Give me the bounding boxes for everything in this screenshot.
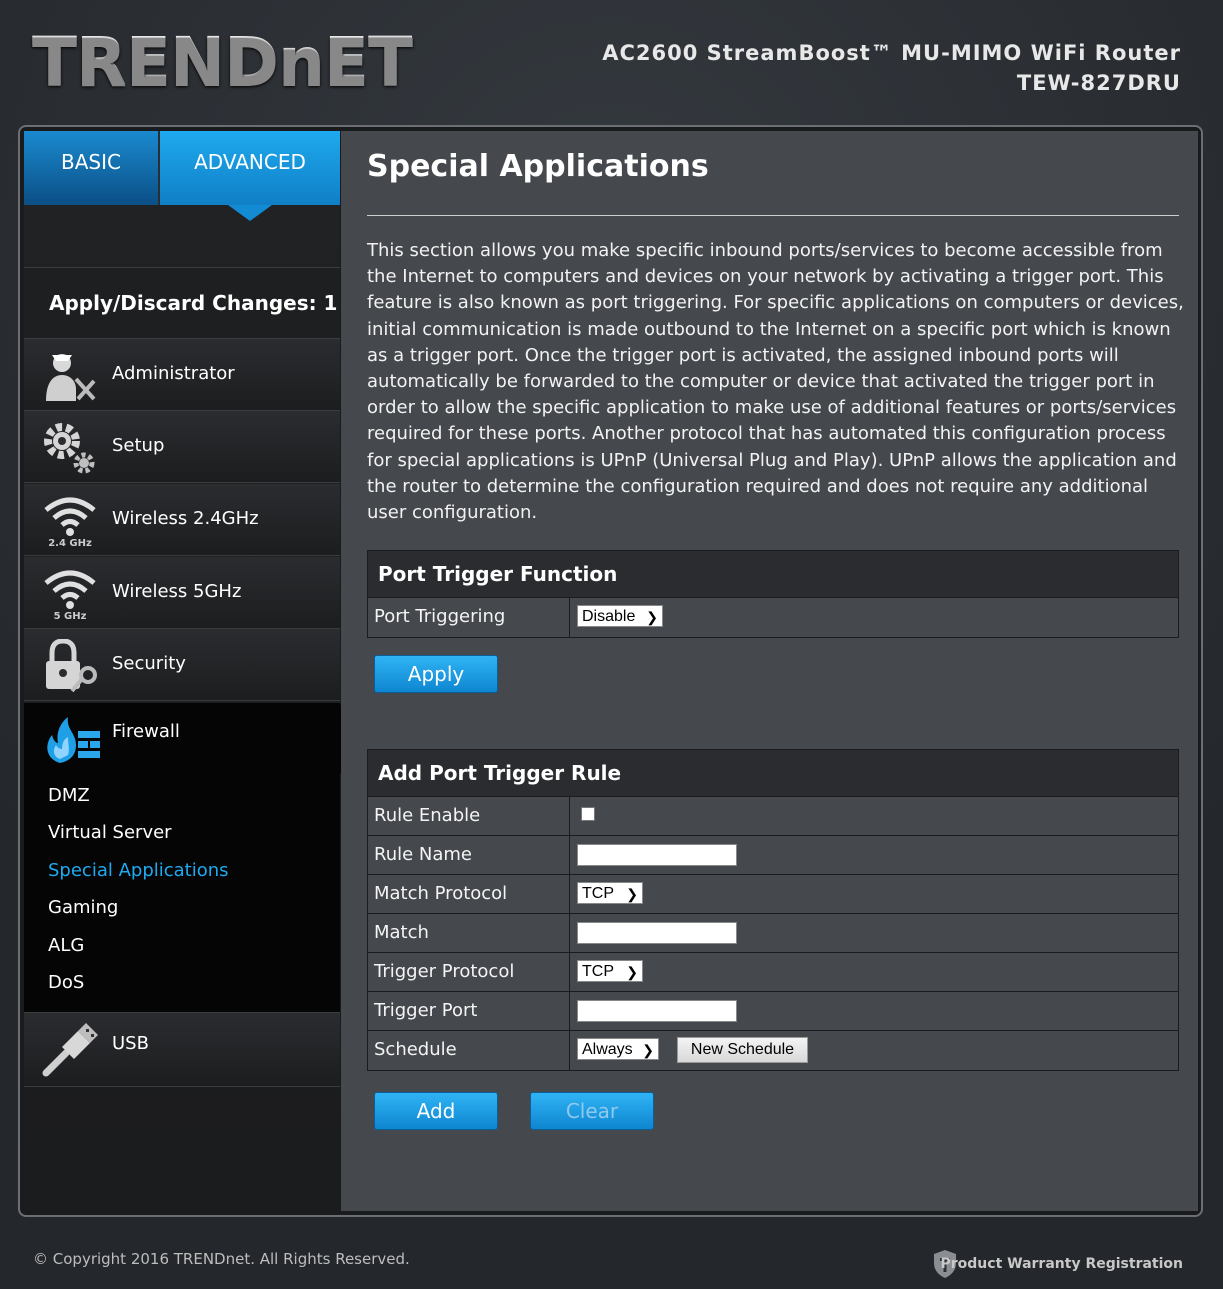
gear-icon — [44, 423, 95, 474]
match-label: Match — [368, 914, 570, 952]
sidebar-sub-dos[interactable]: DoS — [48, 972, 84, 993]
chevron-down-icon: ❯ — [646, 609, 658, 625]
sidebar-item-firewall[interactable]: Firewall — [112, 721, 180, 742]
schedule-value: Always — [582, 1041, 633, 1058]
content-area: Special Applications This section allows… — [341, 131, 1198, 1211]
port-triggering-label: Port Triggering — [368, 598, 570, 637]
panel-title: Port Trigger Function — [368, 551, 1178, 598]
match-protocol-value: TCP — [582, 885, 614, 902]
port-triggering-select[interactable]: Disable ❯ — [577, 605, 663, 627]
sidebar-item-label: Setup — [112, 435, 165, 456]
port-trigger-function-panel: Port Trigger Function Port Triggering Di… — [367, 550, 1179, 638]
sidebar-item-label: Security — [112, 653, 186, 674]
active-tab-pointer — [228, 205, 272, 221]
trigger-protocol-value: TCP — [582, 963, 614, 980]
sidebar-sub-alg[interactable]: ALG — [48, 935, 84, 956]
wifi-band-badge: 5 GHz — [54, 611, 87, 621]
sidebar-sub-special-applications[interactable]: Special Applications — [48, 860, 229, 881]
sidebar-item-usb[interactable]: USB — [24, 1013, 340, 1087]
row-rule-enable: Rule Enable — [368, 797, 1178, 836]
wifi-icon: 2.4 GHz — [44, 497, 96, 548]
trigger-port-label: Trigger Port — [368, 992, 570, 1030]
add-port-trigger-rule-panel: Add Port Trigger Rule Rule Enable Rule N… — [367, 749, 1179, 1071]
model-number: TEW-827DRU — [1016, 71, 1181, 95]
router-model: AC2600 StreamBoost™ MU-MIMO WiFi Router … — [602, 38, 1181, 98]
match-protocol-select[interactable]: TCP ❯ — [577, 882, 643, 904]
trigger-port-input[interactable] — [577, 1000, 737, 1022]
sidebar-sub-gaming[interactable]: Gaming — [48, 897, 118, 918]
tab-basic[interactable]: BASIC — [24, 131, 160, 205]
row-port-triggering: Port Triggering Disable ❯ — [368, 598, 1178, 637]
chevron-down-icon: ❯ — [626, 964, 638, 980]
mode-tabs: BASIC ADVANCED — [24, 131, 340, 205]
sidebar-item-administrator[interactable]: Administrator — [24, 339, 340, 411]
copyright: © Copyright 2016 TRENDnet. All Rights Re… — [33, 1250, 410, 1268]
administrator-icon — [46, 354, 96, 401]
row-rule-name: Rule Name — [368, 836, 1178, 875]
chevron-down-icon: ❯ — [626, 886, 638, 902]
page-title: Special Applications — [367, 149, 709, 184]
title-divider — [367, 215, 1179, 216]
sidebar-item-wireless-5[interactable]: 5 GHz Wireless 5GHz — [24, 557, 340, 629]
row-match-protocol: Match Protocol TCP ❯ — [368, 875, 1178, 914]
firewall-icon — [47, 717, 100, 763]
sidebar-item-label: Wireless 2.4GHz — [112, 508, 259, 529]
apply-button[interactable]: Apply — [374, 655, 498, 693]
apply-discard-changes[interactable]: Apply/Discard Changes: 1 — [24, 267, 340, 339]
new-schedule-button[interactable]: New Schedule — [677, 1037, 808, 1063]
page-description: This section allows you make specific in… — [367, 240, 1184, 524]
sidebar-group-firewall: Firewall DMZ Virtual Server Special Appl… — [24, 703, 340, 1013]
sidebar-sub-virtual-server[interactable]: Virtual Server — [48, 822, 172, 843]
sidebar-item-label: Wireless 5GHz — [112, 581, 242, 602]
port-triggering-value: Disable — [582, 608, 636, 625]
rule-enable-checkbox[interactable] — [581, 807, 595, 821]
trigger-protocol-label: Trigger Protocol — [368, 953, 570, 991]
sidebar-sub-dmz[interactable]: DMZ — [48, 785, 90, 806]
usb-icon — [42, 1023, 98, 1077]
wifi-icon: 5 GHz — [44, 570, 96, 621]
match-protocol-label: Match Protocol — [368, 875, 570, 913]
sidebar-item-label: USB — [112, 1033, 149, 1054]
match-input[interactable] — [577, 922, 737, 944]
sidebar-item-wireless-24[interactable]: 2.4 GHz Wireless 2.4GHz — [24, 484, 340, 556]
lock-key-icon — [46, 639, 97, 693]
tab-advanced[interactable]: ADVANCED — [160, 131, 340, 205]
panel-title: Add Port Trigger Rule — [368, 750, 1178, 797]
model-name: AC2600 StreamBoost™ MU-MIMO WiFi Router — [602, 41, 1181, 65]
trigger-protocol-select[interactable]: TCP ❯ — [577, 960, 643, 982]
rule-name-label: Rule Name — [368, 836, 570, 874]
add-button[interactable]: Add — [374, 1092, 498, 1130]
row-trigger-protocol: Trigger Protocol TCP ❯ — [368, 953, 1178, 992]
row-schedule: Schedule Always ❯ New Schedule — [368, 1031, 1178, 1070]
rule-enable-label: Rule Enable — [368, 797, 570, 835]
clear-button[interactable]: Clear — [530, 1092, 654, 1130]
row-match: Match — [368, 914, 1178, 953]
schedule-select[interactable]: Always ❯ — [577, 1038, 659, 1060]
sidebar: BASIC ADVANCED Apply/Discard Changes: 1 … — [24, 131, 351, 1211]
sidebar-item-security[interactable]: Security — [24, 629, 340, 701]
rule-name-input[interactable] — [577, 844, 737, 866]
sidebar-item-label: Administrator — [112, 363, 235, 384]
wifi-band-badge: 2.4 GHz — [48, 538, 92, 548]
schedule-label: Schedule — [368, 1031, 570, 1070]
sidebar-item-setup[interactable]: Setup — [24, 411, 340, 483]
chevron-down-icon: ❯ — [642, 1042, 654, 1058]
trendnet-logo: TRENDnET — [32, 23, 413, 100]
product-warranty-link[interactable]: Product Warranty Registration — [941, 1256, 1184, 1272]
row-trigger-port: Trigger Port — [368, 992, 1178, 1031]
